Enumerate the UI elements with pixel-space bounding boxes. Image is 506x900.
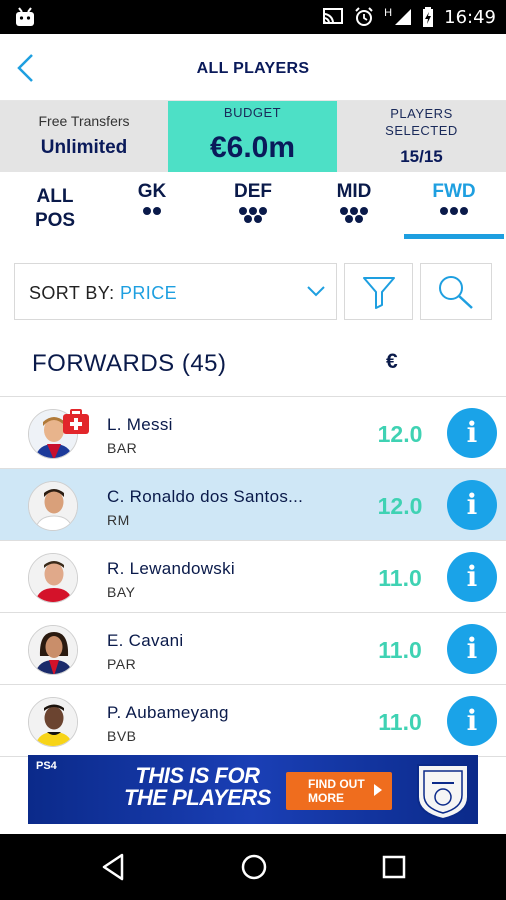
search-icon [439,275,473,309]
player-row[interactable]: R. Lewandowski BAY 11.0 i [0,541,506,613]
free-transfers-panel: Free Transfers Unlimited [0,101,168,172]
players-selected-value: 15/15 [400,147,443,166]
player-info-button[interactable]: i [447,552,497,602]
sort-dropdown[interactable]: SORT BY: PRICE [14,263,337,320]
player-info-button[interactable]: i [447,480,497,530]
fwd-slot-dots [404,207,504,215]
players-selected-label: PLAYERS SELECTED [385,106,458,138]
active-tab-indicator [404,234,504,239]
player-info-button[interactable]: i [447,408,497,458]
info-icon: i [466,632,478,665]
info-icon: i [466,488,478,521]
gk-slot-dots [122,207,182,215]
def-slot-dots [220,207,286,223]
chevron-down-icon [307,286,325,297]
player-name: P. Aubameyang [107,703,229,722]
player-row[interactable]: E. Cavani PAR 11.0 i [0,613,506,685]
player-price: 12.0 [377,493,423,519]
player-avatar [28,625,78,675]
play-arrow-icon [374,784,382,796]
recents-nav-icon[interactable] [381,852,407,882]
page-title: ALL PLAYERS [196,60,310,77]
player-avatar [28,481,78,531]
info-icon: i [466,416,478,449]
free-transfers-value: Unlimited [40,137,128,158]
player-name: L. Messi [107,415,173,434]
price-column-header: € [386,350,398,373]
list-bottom-edge [0,826,506,834]
player-price: 11.0 [378,637,422,663]
android-notification-icon [16,7,34,26]
tab-gk[interactable]: GK [122,172,182,244]
alarm-icon [355,7,373,26]
player-team: BVB [107,728,137,744]
cast-icon [323,8,344,24]
filter-icon [362,276,395,309]
tab-mid[interactable]: MID [320,172,388,244]
tab-label: MID [336,181,372,202]
sort-label: SORT BY: PRICE [29,283,177,303]
mid-slot-dots [320,207,388,223]
ps4-logo: PS4 [36,760,57,772]
tab-all-pos[interactable]: ALL POS [20,172,90,244]
player-info-button[interactable]: i [447,696,497,746]
player-row[interactable]: C. Ronaldo dos Santos... RM 12.0 i [0,469,506,541]
list-header: FORWARDS (45) € [0,330,506,397]
status-bar: H 16:49 [0,0,506,34]
player-row[interactable]: P. Aubameyang BVB 11.0 i [0,685,506,757]
budget-value: €6.0m [209,131,296,164]
player-team: BAR [107,440,138,456]
player-name: R. Lewandowski [107,559,235,578]
ad-slogan: THIS IS FOR THE PLAYERS [124,763,271,810]
tab-label: DEF [234,181,272,202]
tab-label: FWD [432,181,476,202]
info-icon: i [466,704,478,737]
player-avatar [28,697,78,747]
network-type: H [384,7,393,19]
ad-banner[interactable]: PS4 THIS IS FOR THE PLAYERS FIND OUT MOR… [28,755,478,824]
battery-icon [423,7,434,27]
team-info-strip: Free Transfers Unlimited BUDGET €6.0m PL… [0,101,506,172]
sort-value: PRICE [119,283,177,303]
search-button[interactable] [420,263,492,320]
list-title: FORWARDS (45) [32,350,227,377]
injury-icon [63,409,89,434]
player-name: C. Ronaldo dos Santos... [107,487,304,506]
players-selected-panel: PLAYERS SELECTED 15/15 [337,101,506,172]
tab-label: ALL POS [34,186,76,231]
budget-panel: BUDGET €6.0m [168,101,337,172]
clock: 16:49 [444,6,496,28]
player-team: RM [107,512,130,528]
player-price: 12.0 [377,421,423,447]
free-transfers-label: Free Transfers [38,113,130,129]
filter-button[interactable] [344,263,413,320]
player-avatar [28,553,78,603]
info-icon: i [466,560,478,593]
home-nav-icon[interactable] [240,852,268,882]
player-row[interactable]: L. Messi BAR 12.0 i [0,397,506,469]
player-info-button[interactable]: i [447,624,497,674]
player-team: PAR [107,656,137,672]
playstation-fc-badge [417,764,469,821]
player-name: E. Cavani [107,631,184,650]
back-nav-icon[interactable] [100,852,126,882]
budget-label: BUDGET [223,105,282,120]
system-nav-bar [0,834,506,900]
tab-def[interactable]: DEF [220,172,286,244]
find-out-more-button[interactable]: FIND OUT MORE [286,772,392,810]
player-price: 11.0 [378,565,422,591]
tab-label: GK [137,181,167,202]
signal-icon [395,9,412,25]
player-team: BAY [107,584,136,600]
app-header: ALL PLAYERS [0,34,506,101]
player-price: 11.0 [378,709,422,735]
